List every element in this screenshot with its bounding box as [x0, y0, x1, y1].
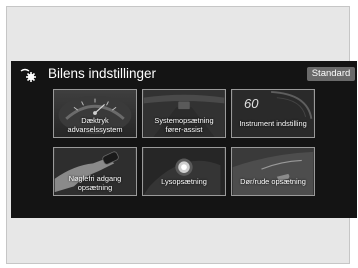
settings-screen: Bilens indstillinger Standard Dæktryk adv…: [11, 61, 357, 218]
tile-label: Systemopsætning fører-assist: [154, 116, 214, 134]
tile-driver-assist[interactable]: Systemopsætning fører-assist: [142, 89, 226, 138]
tile-door-window[interactable]: Dør/rude opsætning: [231, 147, 315, 196]
page-title: Bilens indstillinger: [48, 66, 157, 81]
speed-readout: 60: [244, 96, 259, 111]
headlight-icon: [143, 148, 225, 195]
tile-label: Dæktryk advarselssystem: [67, 116, 123, 134]
car-door-icon: [232, 148, 314, 195]
tile-lighting[interactable]: Lysopsætning: [142, 147, 226, 196]
tile-label: Instrument indstilling: [239, 118, 307, 128]
standard-button[interactable]: Standard: [307, 67, 355, 81]
tile-tire-pressure[interactable]: Dæktryk advarselssystem: [53, 89, 137, 138]
settings-gear-icon: [20, 68, 36, 82]
tile-label: Dør/rude opsætning: [240, 176, 306, 186]
header: Bilens indstillinger Standard: [11, 61, 357, 85]
tile-keyless-access[interactable]: Nøglefri adgang opsætning: [53, 147, 137, 196]
tile-label: Nøglefri adgang opsætning: [68, 174, 122, 192]
tile-label: Lysopsætning: [161, 176, 207, 186]
tile-instrument[interactable]: 60 Instrument indstilling: [231, 89, 315, 138]
